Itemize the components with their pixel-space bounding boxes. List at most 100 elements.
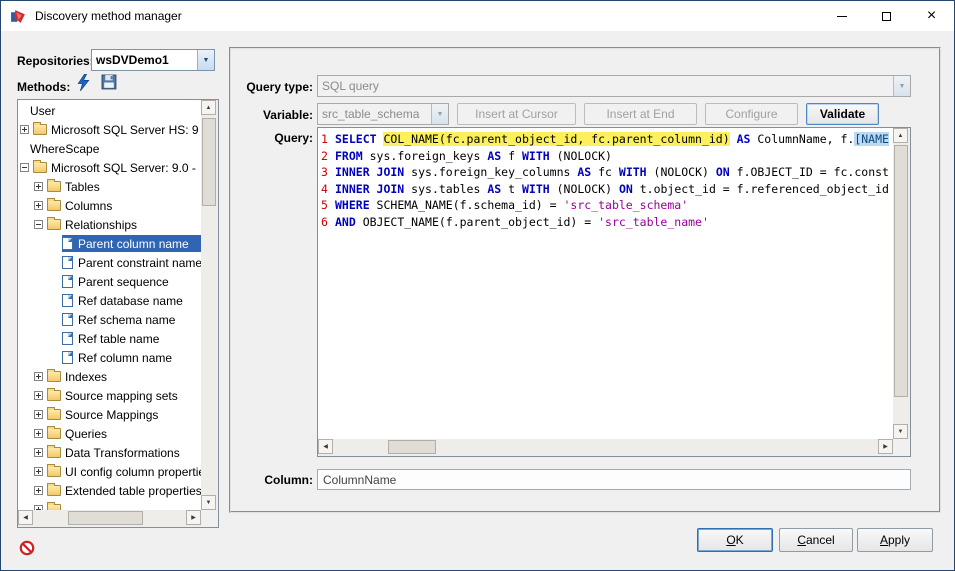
query-type-select: SQL query [317, 75, 911, 97]
tree-item[interactable]: UI config column properties [18, 462, 201, 481]
scroll-left-icon[interactable] [18, 510, 33, 525]
tree-item[interactable]: Source mapping sets [18, 386, 201, 405]
tree-item[interactable]: Parent column name [18, 234, 201, 253]
cancel-label: Cancel [797, 533, 834, 547]
apply-button[interactable]: Apply [857, 528, 933, 552]
insert-at-end-label: Insert at End [606, 107, 674, 121]
repository-value: wsDVDemo1 [92, 50, 197, 70]
code-line: 4INNER JOIN sys.tables AS t WITH (NOLOCK… [321, 181, 893, 198]
expand-icon[interactable] [34, 391, 43, 400]
folder-icon [47, 428, 61, 439]
close-button[interactable] [909, 1, 954, 31]
collapse-icon[interactable] [20, 163, 29, 172]
app-logo-icon [10, 8, 27, 25]
document-icon [62, 294, 73, 307]
folder-icon [33, 162, 47, 173]
tree-item[interactable]: Microsoft SQL Server HS: 9 [18, 120, 201, 139]
tree-item[interactable]: Queries [18, 424, 201, 443]
tree-item[interactable]: Extended table properties [18, 481, 201, 500]
no-entry-icon [19, 540, 35, 556]
insert-at-end-button: Insert at End [584, 103, 697, 125]
tree-item[interactable]: Tables [18, 177, 201, 196]
cancel-button[interactable]: Cancel [779, 528, 853, 552]
scroll-up-icon[interactable] [201, 100, 216, 115]
expand-icon[interactable] [34, 182, 43, 191]
tree-item[interactable] [18, 500, 201, 510]
code-line: 1SELECT COL_NAME(fc.parent_object_id, fc… [321, 131, 893, 148]
expand-icon[interactable] [34, 486, 43, 495]
tree-item[interactable]: Microsoft SQL Server: 9.0 - [18, 158, 201, 177]
tree-item[interactable]: Parent sequence [18, 272, 201, 291]
minimize-button[interactable] [819, 1, 864, 31]
repositories-label: Repositories: [17, 54, 94, 68]
configure-label: Configure [725, 107, 777, 121]
code-line: 6AND OBJECT_NAME(f.parent_object_id) = '… [321, 214, 893, 231]
tree-item[interactable]: Source Mappings [18, 405, 201, 424]
query-editor-content[interactable]: 1SELECT COL_NAME(fc.parent_object_id, fc… [318, 128, 893, 439]
tree-item-label: Source Mappings [65, 408, 160, 422]
line-number: 5 [321, 197, 329, 214]
editor-vertical-scrollbar[interactable] [893, 128, 910, 439]
validate-button[interactable]: Validate [806, 103, 879, 125]
tree-vscroll-thumb[interactable] [202, 118, 216, 206]
window-controls [819, 1, 954, 31]
expand-icon[interactable] [34, 201, 43, 210]
expand-icon[interactable] [20, 125, 29, 134]
tree-item[interactable]: Relationships [18, 215, 201, 234]
close-icon [927, 7, 936, 25]
folder-icon [47, 466, 61, 477]
expand-icon[interactable] [34, 448, 43, 457]
editor-horizontal-scrollbar[interactable] [318, 439, 893, 456]
folder-icon [47, 390, 61, 401]
tree-item-label: Data Transformations [65, 446, 182, 460]
editor-vscroll-thumb[interactable] [894, 145, 908, 397]
lightning-refresh-icon[interactable] [75, 74, 92, 91]
document-icon [62, 332, 73, 345]
floppy-save-icon[interactable] [101, 74, 118, 91]
tree-item[interactable]: User [18, 101, 201, 120]
tree-item-label: Microsoft SQL Server HS: 9 [51, 123, 201, 137]
query-type-value: SQL query [318, 76, 893, 96]
scroll-down-icon[interactable] [893, 424, 908, 439]
expand-icon[interactable] [34, 467, 43, 476]
scroll-right-icon[interactable] [186, 510, 201, 525]
tree-item[interactable]: Ref column name [18, 348, 201, 367]
repository-select[interactable]: wsDVDemo1 [91, 49, 215, 71]
expand-icon[interactable] [34, 429, 43, 438]
method-detail-panel: Query type: SQL query Variable: src_tabl… [229, 47, 941, 513]
variable-label: Variable: [237, 108, 313, 122]
ok-button[interactable]: OK [697, 528, 773, 552]
query-label: Query: [237, 131, 313, 145]
maximize-button[interactable] [864, 1, 909, 31]
code-line: 5WHERE SCHEMA_NAME(f.schema_id) = 'src_t… [321, 197, 893, 214]
titlebar: Discovery method manager [1, 1, 954, 31]
collapse-icon[interactable] [34, 220, 43, 229]
tree-item[interactable]: Ref table name [18, 329, 201, 348]
folder-icon [47, 409, 61, 420]
tree-item[interactable]: Ref schema name [18, 310, 201, 329]
expand-icon[interactable] [34, 410, 43, 419]
scroll-up-icon[interactable] [893, 128, 908, 143]
query-editor[interactable]: 1SELECT COL_NAME(fc.parent_object_id, fc… [317, 127, 911, 457]
tree-item-label: WhereScape [30, 142, 101, 156]
tree-item[interactable]: WhereScape [18, 139, 201, 158]
tree-horizontal-scrollbar[interactable] [18, 510, 201, 527]
validate-label: Validate [820, 107, 865, 121]
tree-hscroll-thumb[interactable] [68, 511, 143, 525]
scroll-down-icon[interactable] [201, 495, 216, 510]
tree-item[interactable]: Ref database name [18, 291, 201, 310]
column-field[interactable]: ColumnName [317, 469, 911, 490]
expand-icon[interactable] [34, 372, 43, 381]
scroll-right-icon[interactable] [878, 439, 893, 454]
tree-item[interactable]: Indexes [18, 367, 201, 386]
tree-item[interactable]: Columns [18, 196, 201, 215]
chevron-down-icon[interactable] [197, 50, 214, 70]
insert-at-cursor-button: Insert at Cursor [457, 103, 576, 125]
scroll-left-icon[interactable] [318, 439, 333, 454]
editor-hscroll-thumb[interactable] [388, 440, 436, 454]
tree-item[interactable]: Parent constraint name [18, 253, 201, 272]
tree-item-label: User [30, 104, 57, 118]
tree-item[interactable]: Data Transformations [18, 443, 201, 462]
window-title: Discovery method manager [35, 9, 182, 23]
tree-vertical-scrollbar[interactable] [201, 100, 218, 510]
